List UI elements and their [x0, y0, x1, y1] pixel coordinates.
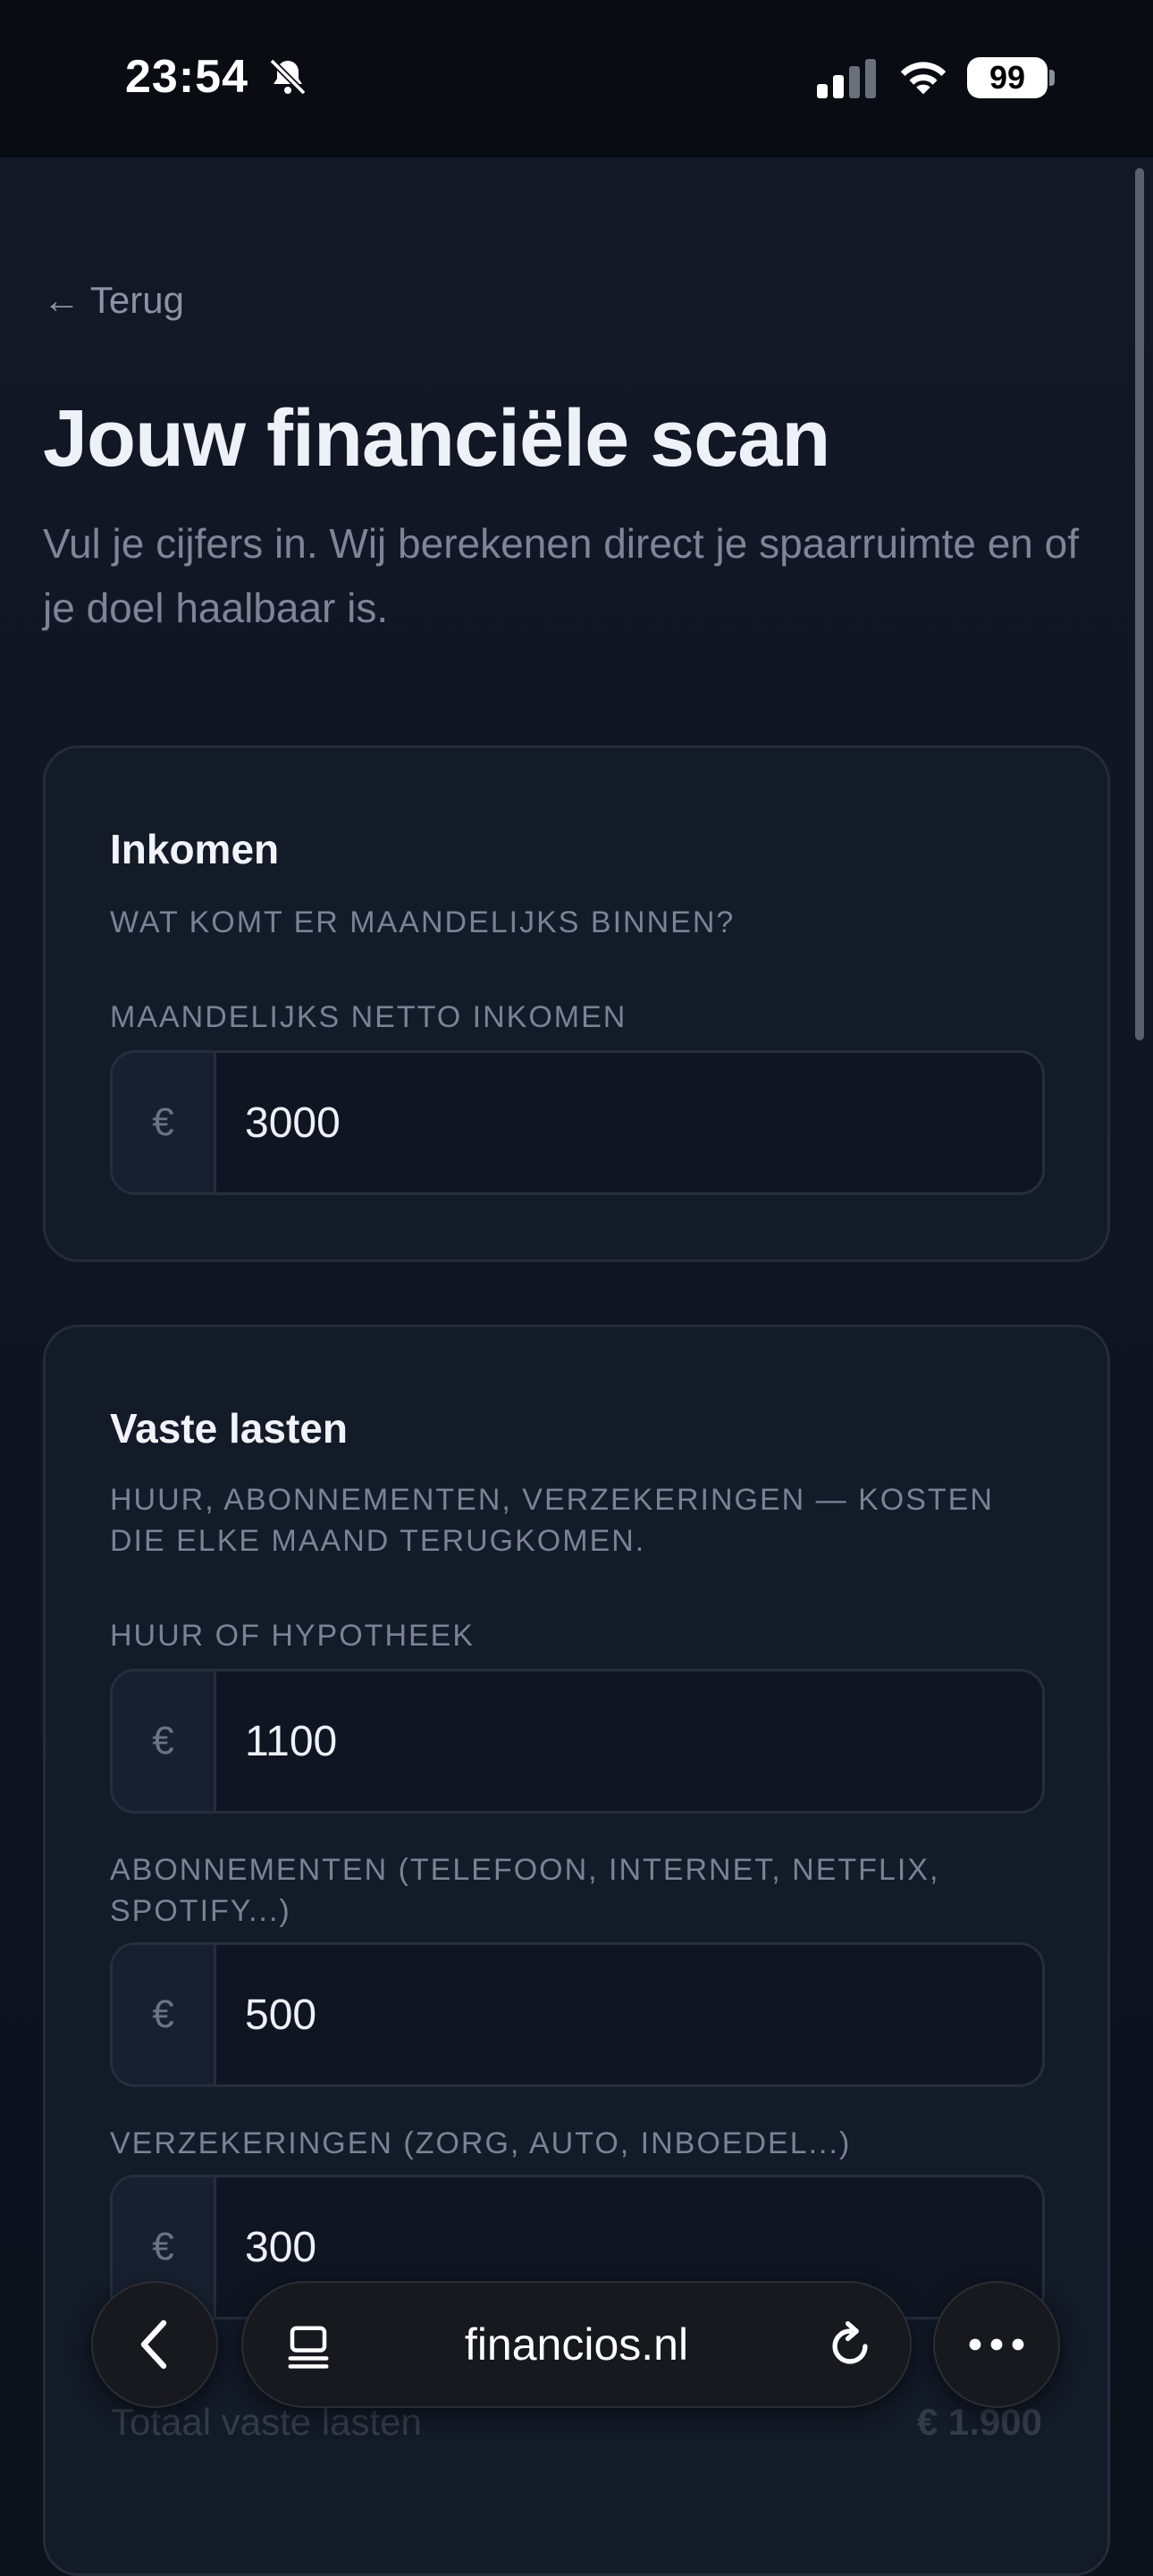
euro-prefix: € — [113, 1945, 216, 2084]
status-bar: 23:54 99 — [0, 0, 1153, 157]
battery-cap — [1049, 70, 1055, 86]
page-title: Jouw financiële scan — [43, 394, 830, 484]
more-icon — [969, 2338, 1024, 2351]
insurance-label: Verzekeringen (zorg, auto, inboedel...) — [110, 2126, 852, 2160]
battery-level: 99 — [989, 59, 1026, 96]
browser-more-button[interactable] — [933, 2281, 1060, 2408]
bell-slash-icon — [269, 58, 307, 96]
net-income-label: Maandelijks netto inkomen — [110, 1000, 627, 1034]
reload-icon[interactable] — [824, 2320, 876, 2372]
net-income-value[interactable]: 3000 — [245, 1053, 341, 1192]
rent-mortgage-value[interactable]: 1100 — [245, 1671, 337, 1811]
signal-icon — [817, 59, 876, 98]
fixed-costs-total-value: € 1.900 — [916, 2401, 1042, 2443]
rent-mortgage-label: Huur of hypotheek — [110, 1619, 476, 1653]
back-link[interactable]: ← Terug — [43, 279, 184, 322]
subscriptions-label: Abonnementen (telefoon, internet, Netfli… — [110, 1853, 940, 1928]
url-text[interactable]: financios.nl — [243, 2283, 910, 2406]
euro-prefix: € — [113, 1053, 216, 1192]
address-bar[interactable]: financios.nl — [241, 2281, 912, 2408]
fixed-costs-card-title: Vaste lasten — [110, 1405, 348, 1452]
chevron-left-icon — [140, 2319, 167, 2370]
euro-prefix: € — [113, 1671, 216, 1811]
browser-back-button[interactable] — [91, 2281, 218, 2408]
scrollbar[interactable] — [1135, 168, 1144, 1040]
income-card: Inkomen Wat komt er maandelijks binnen? … — [43, 745, 1110, 1262]
battery-icon: 99 — [967, 57, 1048, 98]
net-income-input[interactable]: € 3000 — [110, 1050, 1045, 1195]
subscriptions-value[interactable]: 500 — [245, 1945, 316, 2084]
subscriptions-input[interactable]: € 500 — [110, 1942, 1045, 2087]
page-subtitle: Vul je cijfers in. Wij berekenen direct … — [43, 520, 1080, 631]
fixed-costs-card-caption: Huur, abonnementen, verzekeringen — kost… — [110, 1483, 994, 1558]
rent-mortgage-input[interactable]: € 1100 — [110, 1669, 1045, 1814]
income-card-title: Inkomen — [110, 826, 280, 872]
wifi-icon — [900, 62, 947, 95]
status-time: 23:54 — [125, 51, 248, 103]
income-card-caption: Wat komt er maandelijks binnen? — [110, 905, 736, 939]
